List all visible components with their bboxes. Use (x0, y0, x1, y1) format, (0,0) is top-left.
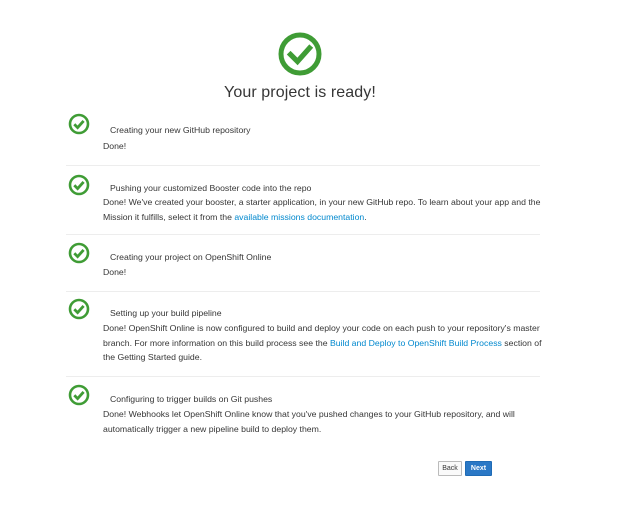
step-github-repo: Creating your new GitHub repository Done… (66, 106, 540, 166)
next-button[interactable]: Next (465, 461, 492, 476)
step-openshift-project: Creating your project on OpenShift Onlin… (66, 235, 540, 292)
step-title: Pushing your customized Booster code int… (110, 183, 312, 193)
check-circle-icon (68, 384, 90, 406)
step-description: Done! (103, 141, 127, 151)
build-deploy-link[interactable]: Build and Deploy to OpenShift Build Proc… (330, 338, 502, 348)
check-circle-icon (68, 298, 90, 320)
back-button[interactable]: Back (438, 461, 462, 476)
step-title: Setting up your build pipeline (110, 308, 222, 318)
check-circle-icon (68, 113, 90, 135)
step-push-booster: Pushing your customized Booster code int… (66, 166, 540, 235)
step-description: Done! OpenShift Online is now configured… (103, 323, 542, 362)
check-circle-icon (278, 32, 322, 76)
step-description: Done! We've created your booster, a star… (103, 197, 541, 222)
steps-list: Creating your new GitHub repository Done… (66, 106, 542, 451)
page: Your project is ready! Creating your new… (0, 0, 619, 515)
step-title: Creating your new GitHub repository (110, 125, 251, 135)
step-title: Creating your project on OpenShift Onlin… (110, 252, 272, 262)
step-title: Configuring to trigger builds on Git pus… (110, 394, 273, 404)
step-build-pipeline: Setting up your build pipeline Done! Ope… (66, 292, 542, 377)
check-circle-icon (68, 242, 90, 264)
check-circle-icon (68, 174, 90, 196)
step-description: Done! Webhooks let OpenShift Online know… (103, 409, 515, 434)
step-git-trigger: Configuring to trigger builds on Git pus… (66, 377, 540, 451)
step-description: Done! (103, 267, 127, 277)
page-title: Your project is ready! (224, 84, 376, 101)
available-missions-link[interactable]: available missions documentation (234, 212, 364, 222)
